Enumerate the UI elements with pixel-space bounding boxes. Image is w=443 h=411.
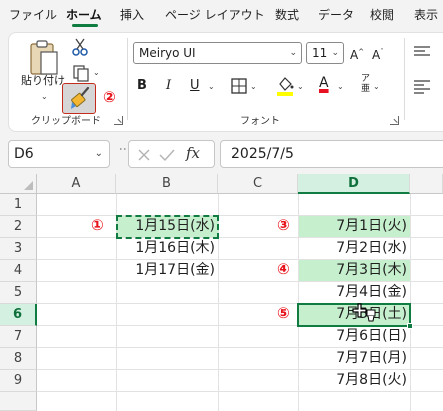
name-box[interactable]: D6 ⌄ [8, 140, 110, 168]
font-color-dropdown-caret[interactable]: ⌄ [337, 82, 344, 91]
cell-d4[interactable]: 7月3日(木) [299, 260, 410, 281]
marker-4: ④ [277, 260, 290, 278]
column-header-b[interactable]: B [116, 174, 218, 194]
group-separator [404, 38, 405, 120]
cell-d9[interactable]: 7月8日(火) [299, 370, 410, 391]
phonetic-dropdown-caret[interactable]: ⌄ [373, 82, 380, 91]
select-all-corner[interactable] [0, 174, 37, 194]
name-box-value: D6 [14, 146, 34, 162]
format-painter-cursor-icon [352, 302, 378, 322]
formula-bar: D6 ⌄ ⋮ fx 2025/7/5 [0, 134, 443, 174]
row-header-5[interactable]: 5 [0, 282, 37, 304]
row-header-6[interactable]: 6 [0, 304, 37, 326]
marker-1: ① [91, 216, 104, 234]
row-header-4[interactable]: 4 [0, 260, 37, 282]
cell-d5[interactable]: 7月4日(金) [299, 282, 410, 303]
tab-file[interactable]: ファイル [9, 8, 57, 22]
copy-dropdown-caret[interactable]: ⌄ [93, 68, 100, 77]
cell-d2[interactable]: 7月1日(火) [299, 216, 410, 237]
border-icon[interactable] [231, 78, 247, 94]
align-left-icon[interactable] [413, 78, 431, 94]
select-all-triangle-icon [24, 181, 33, 190]
font-size-select[interactable]: 11 ⌄ [306, 42, 344, 64]
font-group-label: フォント [240, 116, 280, 127]
marker-3: ③ [277, 216, 290, 234]
tab-data[interactable]: データ [318, 8, 354, 22]
ribbon: 貼り付け ⌄ ⌄ ② クリップボード Meiryo UI ⌄ 11 ⌄ A^ A… [0, 30, 443, 134]
marker-2: ② [103, 88, 116, 106]
format-painter-button[interactable] [62, 83, 96, 114]
formula-controls: fx [128, 140, 215, 168]
phonetic-guide-button[interactable]: ア亜 [361, 74, 370, 94]
chevron-down-icon: ⌄ [289, 48, 297, 58]
insert-function-button[interactable]: fx [186, 144, 200, 162]
formula-value: 2025/7/5 [231, 146, 294, 162]
font-name-select[interactable]: Meiryo UI ⌄ [133, 42, 302, 64]
row-header-3[interactable]: 3 [0, 238, 37, 260]
clipboard-group-label: クリップボード [31, 116, 101, 127]
align-top-icon[interactable] [413, 44, 431, 60]
font-dialog-launcher[interactable] [390, 116, 399, 125]
increase-font-size-button[interactable]: A^ [350, 44, 364, 63]
cell-d3[interactable]: 7月2日(水) [299, 238, 410, 259]
tab-page-layout[interactable]: ページ レイアウト [165, 8, 265, 22]
row-header-10[interactable] [0, 392, 37, 411]
scissors-icon[interactable] [72, 38, 88, 56]
group-separator [127, 38, 128, 120]
row-header-2[interactable]: 2 [0, 216, 37, 238]
formula-input[interactable]: 2025/7/5 [220, 140, 443, 168]
row-header-8[interactable]: 8 [0, 348, 37, 370]
worksheet-grid[interactable]: A B C D 1 2 3 4 5 6 7 8 9 1月15日(水) 1月16日… [0, 174, 443, 411]
border-dropdown-caret[interactable]: ⌄ [250, 82, 257, 91]
column-header-c[interactable]: C [218, 174, 298, 194]
fill-color-icon[interactable] [276, 75, 294, 97]
copy-marquee [116, 215, 219, 239]
column-header-a[interactable]: A [37, 174, 116, 194]
tab-insert[interactable]: 挿入 [120, 8, 144, 22]
font-size-value: 11 [312, 46, 328, 60]
tab-review[interactable]: 校閲 [370, 8, 394, 22]
row-header-9[interactable]: 9 [0, 370, 37, 392]
italic-button[interactable]: I [166, 78, 171, 94]
marker-5: ⑤ [277, 304, 290, 322]
chevron-down-icon: ⌄ [94, 148, 103, 159]
paintbrush-icon [71, 86, 90, 109]
paste-label: 貼り付け [21, 74, 65, 87]
fill-color-dropdown-caret[interactable]: ⌄ [297, 82, 304, 91]
underline-button[interactable]: U [190, 78, 200, 94]
cell-d7[interactable]: 7月6日(日) [299, 326, 410, 347]
gridline [37, 391, 443, 392]
chevron-down-icon: ⌄ [331, 48, 339, 58]
tab-view[interactable]: 表示 [414, 8, 438, 22]
tab-home[interactable]: ホーム [66, 8, 102, 22]
font-color-button[interactable]: A [319, 75, 329, 91]
tab-formulas[interactable]: 数式 [275, 8, 299, 22]
enter-check-icon[interactable] [159, 147, 175, 162]
font-name-value: Meiryo UI [139, 46, 196, 60]
cell-d8[interactable]: 7月7日(月) [299, 348, 410, 369]
cancel-icon[interactable] [137, 147, 151, 161]
bold-button[interactable]: B [137, 78, 147, 94]
menu-bar: ファイル ホーム 挿入 ページ レイアウト 数式 データ 校閲 表示 [0, 0, 443, 30]
cell-b3[interactable]: 1月16日(木) [117, 238, 218, 259]
underline-dropdown-caret[interactable]: ⌄ [208, 82, 215, 91]
column-header-e[interactable] [410, 174, 443, 194]
active-tab-indicator [72, 24, 98, 27]
cell-b4[interactable]: 1月17日(金) [117, 260, 218, 281]
row-header-7[interactable]: 7 [0, 326, 37, 348]
column-header-d[interactable]: D [298, 174, 410, 194]
decrease-font-size-button[interactable]: Aˇ [372, 44, 384, 63]
clipboard-dialog-launcher[interactable] [114, 116, 123, 125]
row-header-1[interactable]: 1 [0, 194, 37, 216]
copy-icon[interactable] [72, 64, 90, 82]
paste-dropdown-caret[interactable]: ⌄ [41, 92, 48, 101]
